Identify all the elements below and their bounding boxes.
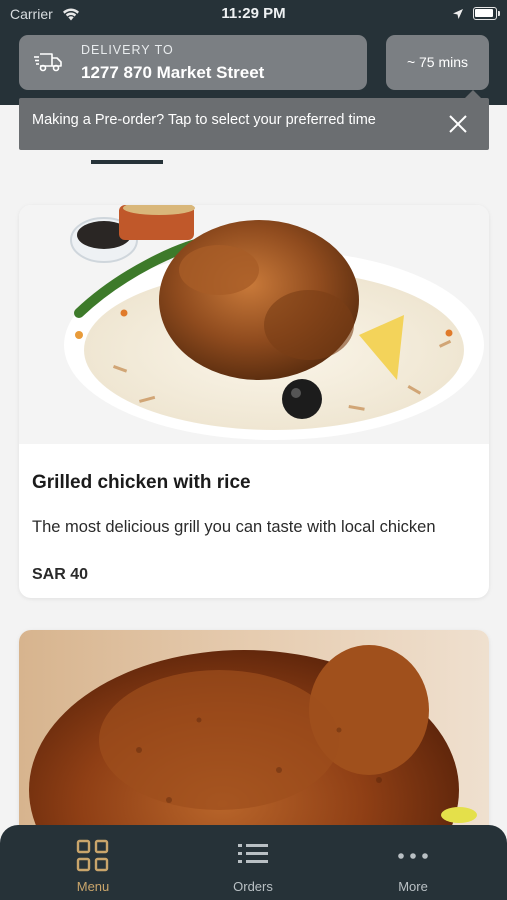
location-arrow-icon (453, 9, 463, 19)
delivery-address-button[interactable]: DELIVERY TO 1277 870 Market Street (19, 35, 367, 90)
more-icon (398, 853, 428, 859)
battery-icon (473, 7, 500, 20)
tooltip-arrow (465, 90, 481, 98)
preorder-tooltip[interactable]: Making a Pre-order? Tap to select your p… (19, 90, 489, 150)
close-icon[interactable] (447, 113, 469, 135)
product-description: The most delicious grill you can taste w… (32, 518, 436, 536)
nav-orders[interactable]: Orders (193, 825, 313, 900)
product-card[interactable]: Grilled chicken with rice The most delic… (19, 205, 489, 598)
product-title: Grilled chicken with rice (32, 472, 251, 493)
nav-menu[interactable]: Menu (33, 825, 153, 900)
grilled-chicken-rice-image (19, 205, 489, 444)
nav-orders-label: Orders (233, 879, 273, 894)
nav-menu-label: Menu (76, 879, 110, 894)
eta-button[interactable]: ~ 75 mins (386, 35, 489, 90)
nav-more-label: More (398, 879, 428, 894)
tooltip-text: Making a Pre-order? Tap to select your p… (32, 112, 376, 128)
status-bar: Carrier 11:29 PM (0, 0, 507, 28)
nav-more[interactable]: More (353, 825, 473, 900)
status-time: 11:29 PM (221, 5, 286, 22)
grid-icon (76, 839, 109, 872)
app-header: Carrier 11:29 PM DELIVERY TO 1277 870 Ma… (0, 0, 507, 105)
bottom-navigation: Menu Orders More (0, 825, 507, 900)
product-price: SAR 40 (32, 566, 89, 583)
list-icon (238, 844, 268, 863)
delivery-label: DELIVERY TO (81, 43, 174, 57)
active-tab-indicator (91, 160, 163, 164)
truck-icon (34, 53, 62, 72)
delivery-address: 1277 870 Market Street (81, 63, 265, 82)
